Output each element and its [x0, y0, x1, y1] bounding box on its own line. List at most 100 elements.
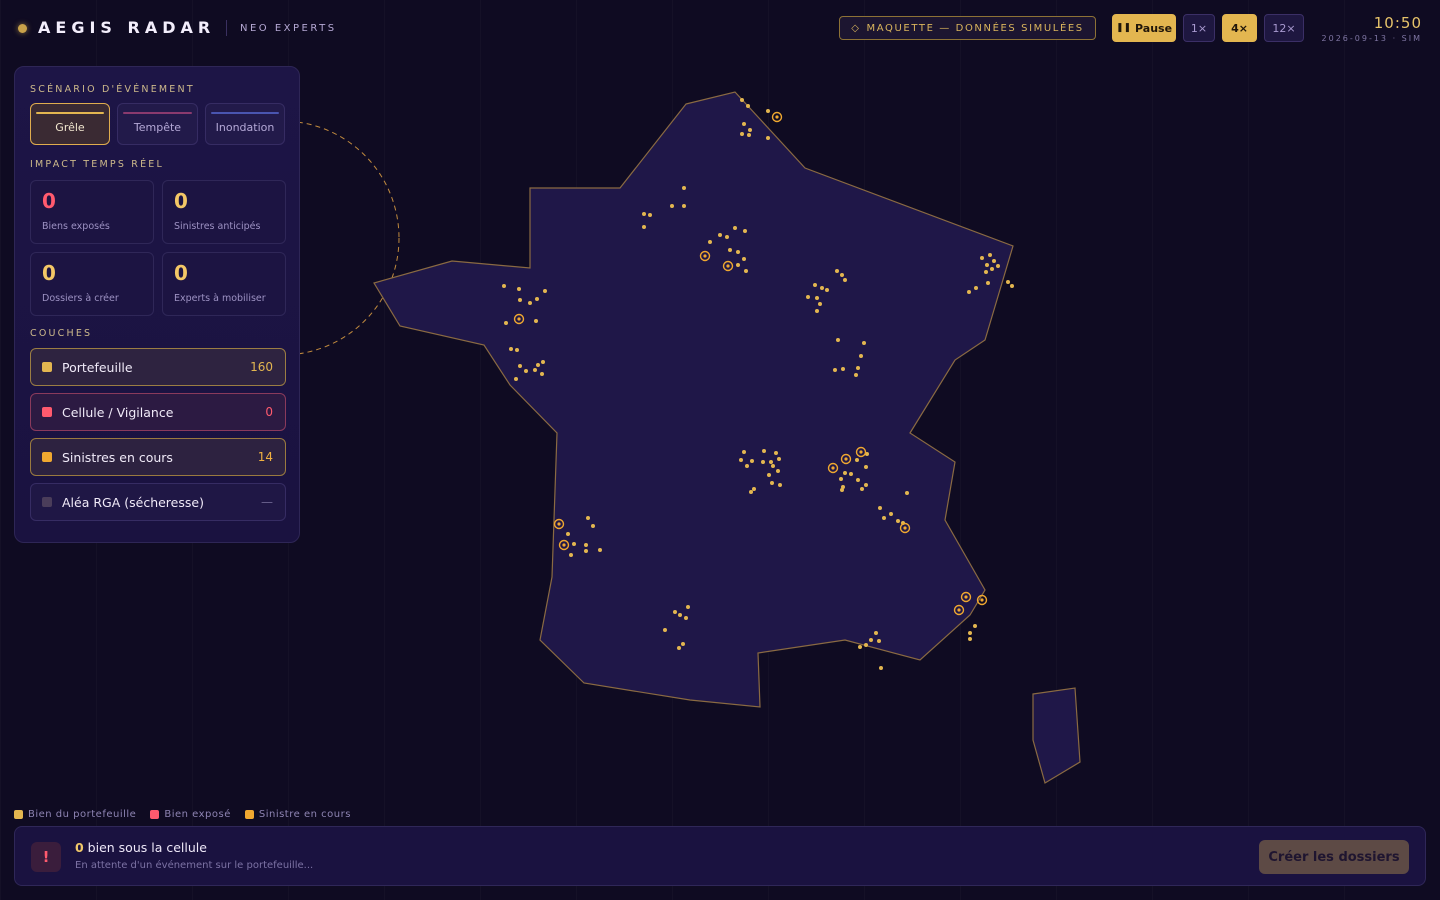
portfolio-point[interactable] [514, 377, 518, 381]
portfolio-point[interactable] [825, 288, 829, 292]
layer-toggle-sinistres[interactable]: Sinistres en cours 14 [30, 438, 286, 476]
portfolio-point[interactable] [806, 295, 810, 299]
portfolio-point[interactable] [572, 542, 576, 546]
portfolio-point[interactable] [515, 348, 519, 352]
portfolio-point[interactable] [743, 229, 747, 233]
portfolio-point[interactable] [815, 296, 819, 300]
portfolio-point[interactable] [905, 491, 909, 495]
portfolio-point[interactable] [1006, 280, 1010, 284]
portfolio-point[interactable] [742, 450, 746, 454]
create-dossiers-button[interactable]: Créer les dossiers [1259, 840, 1409, 874]
portfolio-point[interactable] [540, 372, 544, 376]
portfolio-point[interactable] [860, 487, 864, 491]
portfolio-point[interactable] [642, 225, 646, 229]
portfolio-point[interactable] [862, 341, 866, 345]
portfolio-point[interactable] [739, 458, 743, 462]
portfolio-point[interactable] [504, 321, 508, 325]
portfolio-point[interactable] [761, 460, 765, 464]
portfolio-point[interactable] [843, 471, 847, 475]
layer-toggle-portefeuille[interactable]: Portefeuille 160 [30, 348, 286, 386]
portfolio-point[interactable] [663, 628, 667, 632]
portfolio-point[interactable] [864, 465, 868, 469]
portfolio-point[interactable] [648, 213, 652, 217]
portfolio-point[interactable] [742, 257, 746, 261]
portfolio-point[interactable] [771, 464, 775, 468]
portfolio-point[interactable] [841, 367, 845, 371]
portfolio-point[interactable] [584, 549, 588, 553]
portfolio-point[interactable] [744, 269, 748, 273]
portfolio-point[interactable] [820, 286, 824, 290]
portfolio-point[interactable] [877, 639, 881, 643]
portfolio-point[interactable] [517, 287, 521, 291]
portfolio-point[interactable] [541, 360, 545, 364]
portfolio-point[interactable] [843, 278, 847, 282]
portfolio-point[interactable] [746, 104, 750, 108]
portfolio-point[interactable] [569, 553, 573, 557]
portfolio-point[interactable] [591, 524, 595, 528]
portfolio-point[interactable] [984, 270, 988, 274]
portfolio-point[interactable] [684, 616, 688, 620]
portfolio-point[interactable] [742, 122, 746, 126]
portfolio-point[interactable] [769, 460, 773, 464]
portfolio-point[interactable] [718, 233, 722, 237]
portfolio-point[interactable] [733, 226, 737, 230]
portfolio-point[interactable] [836, 338, 840, 342]
portfolio-point[interactable] [533, 368, 537, 372]
portfolio-point[interactable] [815, 309, 819, 313]
portfolio-point[interactable] [990, 267, 994, 271]
portfolio-point[interactable] [988, 253, 992, 257]
portfolio-point[interactable] [968, 631, 972, 635]
portfolio-point[interactable] [854, 373, 858, 377]
portfolio-point[interactable] [973, 624, 977, 628]
portfolio-point[interactable] [767, 473, 771, 477]
portfolio-point[interactable] [598, 548, 602, 552]
portfolio-point[interactable] [835, 269, 839, 273]
portfolio-point[interactable] [543, 289, 547, 293]
portfolio-point[interactable] [996, 264, 1000, 268]
portfolio-point[interactable] [856, 366, 860, 370]
portfolio-point[interactable] [678, 613, 682, 617]
portfolio-point[interactable] [839, 477, 843, 481]
portfolio-point[interactable] [736, 250, 740, 254]
portfolio-point[interactable] [586, 516, 590, 520]
portfolio-point[interactable] [728, 248, 732, 252]
portfolio-point[interactable] [725, 235, 729, 239]
portfolio-point[interactable] [766, 109, 770, 113]
portfolio-point[interactable] [747, 133, 751, 137]
portfolio-point[interactable] [740, 98, 744, 102]
portfolio-point[interactable] [682, 186, 686, 190]
portfolio-point[interactable] [748, 128, 752, 132]
portfolio-point[interactable] [535, 297, 539, 301]
portfolio-point[interactable] [686, 605, 690, 609]
portfolio-point[interactable] [524, 369, 528, 373]
portfolio-point[interactable] [642, 212, 646, 216]
portfolio-point[interactable] [840, 488, 844, 492]
portfolio-point[interactable] [708, 240, 712, 244]
portfolio-point[interactable] [774, 451, 778, 455]
portfolio-point[interactable] [681, 642, 685, 646]
portfolio-point[interactable] [882, 516, 886, 520]
portfolio-point[interactable] [878, 506, 882, 510]
pause-button[interactable]: ❚❚ Pause [1112, 14, 1176, 42]
portfolio-point[interactable] [677, 646, 681, 650]
portfolio-point[interactable] [980, 256, 984, 260]
layer-toggle-cellule[interactable]: Cellule / Vigilance 0 [30, 393, 286, 431]
portfolio-point[interactable] [818, 302, 822, 306]
portfolio-point[interactable] [840, 273, 844, 277]
portfolio-point[interactable] [770, 481, 774, 485]
portfolio-point[interactable] [536, 363, 540, 367]
portfolio-point[interactable] [566, 532, 570, 536]
scenario-button-inondation[interactable]: Inondation [205, 103, 285, 145]
portfolio-point[interactable] [856, 478, 860, 482]
portfolio-point[interactable] [967, 290, 971, 294]
portfolio-point[interactable] [896, 519, 900, 523]
portfolio-point[interactable] [766, 136, 770, 140]
portfolio-point[interactable] [777, 457, 781, 461]
portfolio-point[interactable] [855, 458, 859, 462]
speed-4x-button[interactable]: 4× [1222, 14, 1257, 42]
speed-12x-button[interactable]: 12× [1264, 14, 1304, 42]
portfolio-point[interactable] [534, 319, 538, 323]
portfolio-point[interactable] [740, 132, 744, 136]
portfolio-point[interactable] [745, 464, 749, 468]
portfolio-point[interactable] [584, 543, 588, 547]
